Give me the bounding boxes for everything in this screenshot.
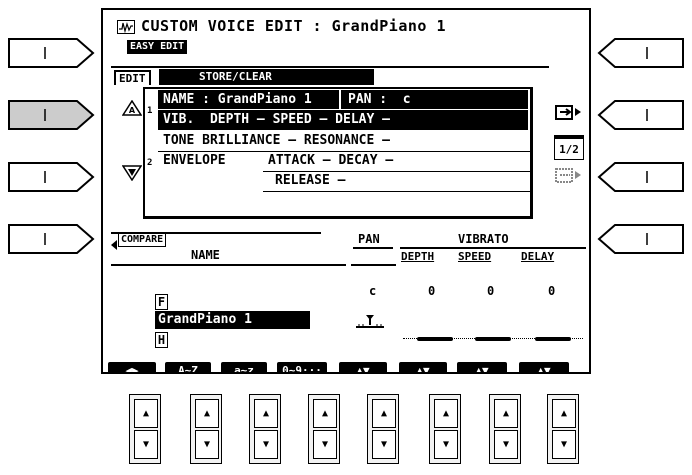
bottom-button-4[interactable]: ▲ ▼	[308, 394, 340, 464]
softkey-pan-adjust[interactable]: ▲▼	[339, 362, 387, 372]
up-arrow-icon[interactable]: ▲	[254, 399, 278, 428]
softkey-speed-adjust[interactable]: ▲▼	[457, 362, 507, 372]
menu-envelope-label[interactable]: ENVELOPE	[163, 153, 226, 169]
right-button-4[interactable]	[597, 223, 685, 255]
left-button-1[interactable]	[7, 37, 95, 69]
screen-title: CUSTOM VOICE EDIT : GrandPiano 1	[141, 17, 446, 35]
menu-pan-item[interactable]: PAN : c	[348, 92, 411, 108]
menu-tone-item[interactable]: TONE BRILLIANCE — RESONANCE —	[163, 133, 390, 149]
name-input[interactable]: GrandPiano 1	[157, 313, 309, 327]
pan-header: PAN	[358, 232, 380, 246]
easy-edit-badge: EASY EDIT	[127, 40, 188, 54]
compare-arrow-icon	[111, 235, 117, 254]
softkey-lowercase[interactable]: a~z	[221, 362, 267, 372]
up-arrow-icon[interactable]: ▲	[494, 399, 518, 428]
up-arrow-icon[interactable]: ▲	[134, 399, 158, 428]
menu-vibrato-item[interactable]: VIB. DEPTH — SPEED — DELAY —	[163, 112, 390, 128]
speed-header: SPEED	[458, 250, 492, 263]
speed-value: 0	[487, 284, 495, 298]
left-button-2[interactable]	[7, 99, 95, 131]
bottom-button-3[interactable]: ▲ ▼	[249, 394, 281, 464]
page-indicator: 1/2	[554, 135, 584, 160]
lcd-screen: CUSTOM VOICE EDIT : GrandPiano 1 EASY ED…	[101, 8, 591, 374]
down-arrow-icon[interactable]: ▼	[195, 430, 219, 459]
softkey-depth-adjust[interactable]: ▲▼	[399, 362, 447, 372]
depth-header: DEPTH	[401, 250, 435, 263]
bottom-button-2[interactable]: ▲ ▼	[190, 394, 222, 464]
depth-slider[interactable]	[417, 337, 453, 341]
speed-slider[interactable]	[475, 337, 511, 341]
bank-down-icon[interactable]	[121, 165, 143, 185]
waveform-icon	[117, 19, 135, 38]
bottom-button-5[interactable]: ▲ ▼	[367, 394, 399, 464]
menu-name-item[interactable]: NAME : GrandPiano 1	[163, 92, 312, 108]
softkey-uppercase[interactable]: A~Z	[165, 362, 211, 372]
left-button-4[interactable]	[7, 223, 95, 255]
down-arrow-icon[interactable]: ▼	[552, 430, 576, 459]
menu-envelope-release[interactable]: RELEASE —	[275, 173, 345, 189]
down-arrow-icon[interactable]: ▼	[313, 430, 337, 459]
delay-value: 0	[548, 284, 556, 298]
pan-value: c	[369, 284, 377, 298]
bottom-button-6[interactable]: ▲ ▼	[429, 394, 461, 464]
down-arrow-icon[interactable]: ▼	[434, 430, 458, 459]
char-below: H	[155, 332, 168, 348]
pan-meter-icon[interactable]	[355, 314, 385, 333]
down-arrow-icon[interactable]: ▼	[494, 430, 518, 459]
bank-up-icon[interactable]: A	[121, 99, 143, 120]
up-arrow-icon[interactable]: ▲	[195, 399, 219, 428]
down-arrow-icon[interactable]: ▼	[372, 430, 396, 459]
char-above: F	[155, 294, 168, 310]
menu-envelope-attack-decay[interactable]: ATTACK — DECAY —	[268, 153, 393, 169]
vibrato-header: VIBRATO	[458, 232, 509, 246]
page-number-1: 1	[147, 106, 153, 116]
up-arrow-icon[interactable]: ▲	[372, 399, 396, 428]
bottom-button-7[interactable]: ▲ ▼	[489, 394, 521, 464]
down-arrow-icon[interactable]: ▼	[254, 430, 278, 459]
right-button-1[interactable]	[597, 37, 685, 69]
down-arrow-icon[interactable]: ▼	[134, 430, 158, 459]
name-header: NAME	[191, 248, 220, 262]
left-button-3[interactable]	[7, 161, 95, 193]
compare-button[interactable]: COMPARE	[118, 233, 167, 247]
right-button-3[interactable]	[597, 161, 685, 193]
delay-slider[interactable]	[535, 337, 571, 341]
bottom-button-8[interactable]: ▲ ▼	[547, 394, 579, 464]
softkey-numbers[interactable]: 0~9···	[277, 362, 327, 372]
up-arrow-icon[interactable]: ▲	[434, 399, 458, 428]
up-arrow-icon[interactable]: ▲	[313, 399, 337, 428]
bottom-button-1[interactable]: ▲ ▼	[129, 394, 161, 464]
tab-edit[interactable]: EDIT	[114, 70, 151, 85]
depth-value: 0	[428, 284, 436, 298]
softkey-cursor[interactable]: ◀▶	[108, 362, 156, 372]
delay-header: DELAY	[521, 250, 555, 263]
up-arrow-icon[interactable]: ▲	[552, 399, 576, 428]
recall-icon[interactable]	[553, 165, 583, 189]
tab-underline	[111, 66, 549, 68]
right-button-2[interactable]	[597, 99, 685, 131]
page-number-2: 2	[147, 158, 153, 168]
store-icon[interactable]	[553, 102, 583, 126]
svg-text:A: A	[129, 106, 136, 115]
softkey-delay-adjust[interactable]: ▲▼	[519, 362, 569, 372]
